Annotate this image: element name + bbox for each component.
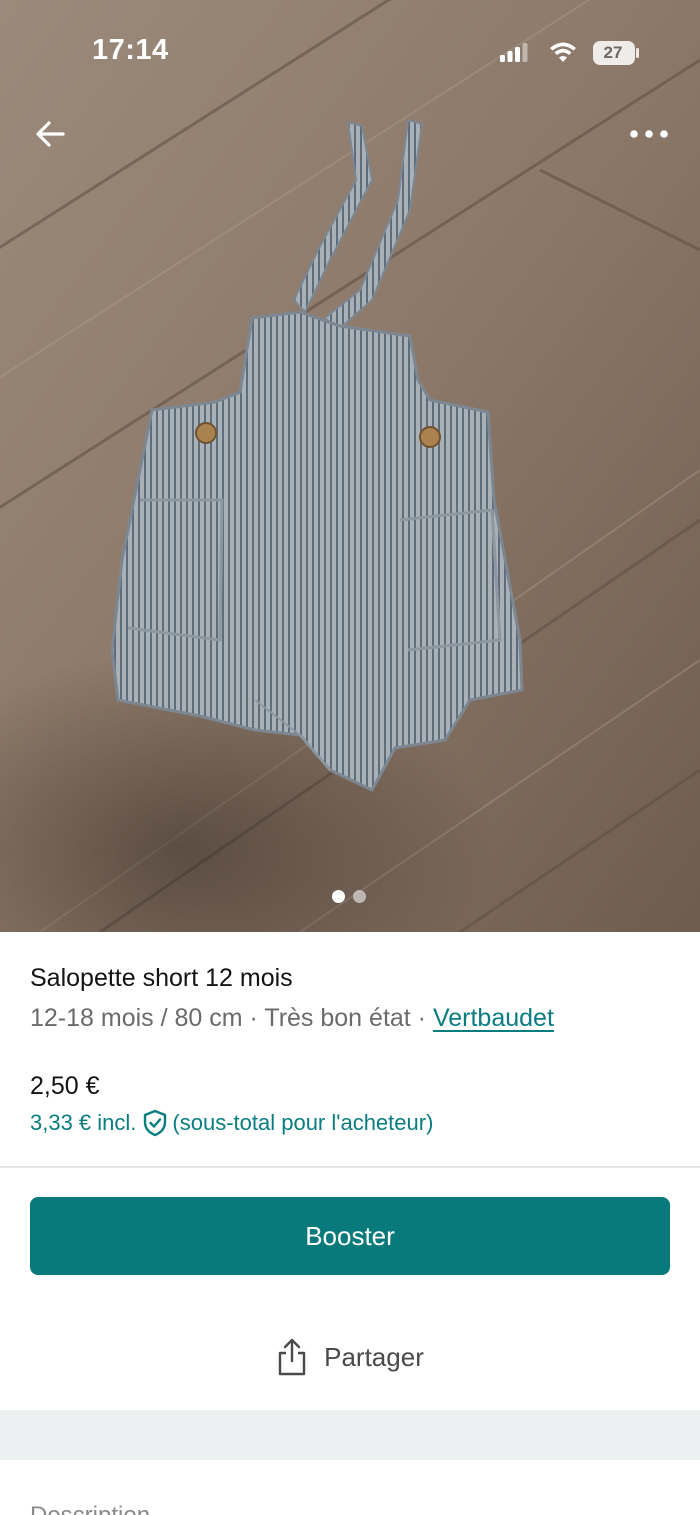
arrow-left-icon (36, 121, 65, 147)
meta-separator: · (242, 1004, 265, 1032)
product-photo[interactable]: 17:14 27 (0, 0, 700, 932)
status-icons: 27 (500, 38, 650, 68)
buyer-price: 3,33 € incl. (30, 1110, 137, 1135)
buyer-price-note: (sous-total pour l'acheteur) (172, 1110, 434, 1135)
battery-level: 27 (603, 43, 623, 62)
description-heading: Description (30, 1502, 150, 1515)
shield-check-icon (144, 1109, 167, 1137)
more-horizontal-icon (630, 130, 668, 138)
booster-button[interactable]: Booster (30, 1197, 670, 1275)
item-price: 2,50 € (30, 1072, 100, 1100)
status-bar: 17:14 27 (0, 0, 700, 100)
back-button[interactable] (24, 108, 76, 160)
pager-dot-active[interactable] (332, 890, 345, 903)
buyer-price-info[interactable]: 3,33 € incl. (sous-total pour l'acheteur… (30, 1108, 433, 1138)
product-image (0, 0, 700, 932)
signal-icon (500, 43, 528, 62)
wifi-icon (550, 42, 576, 62)
item-meta: 12-18 mois / 80 cm · Très bon état · Ver… (30, 1004, 554, 1033)
share-label: Partager (324, 1341, 424, 1372)
item-condition: Très bon état (264, 1004, 411, 1032)
item-title: Salopette short 12 mois (30, 964, 293, 992)
pager-dot[interactable] (353, 890, 366, 903)
status-time: 17:14 (92, 34, 169, 66)
section-separator (0, 1410, 700, 1460)
image-pager[interactable] (332, 890, 372, 904)
brand-link[interactable]: Vertbaudet (433, 1004, 554, 1032)
divider (0, 1166, 700, 1168)
item-size: 12-18 mois / 80 cm (30, 1004, 243, 1032)
share-button[interactable]: Partager (0, 1325, 700, 1389)
meta-separator: · (410, 1004, 433, 1032)
item-detail-screen: 17:14 27 Salopette short 12 mois 12-18 m… (0, 0, 700, 1515)
share-icon (278, 1338, 306, 1376)
more-options-button[interactable] (620, 108, 678, 160)
